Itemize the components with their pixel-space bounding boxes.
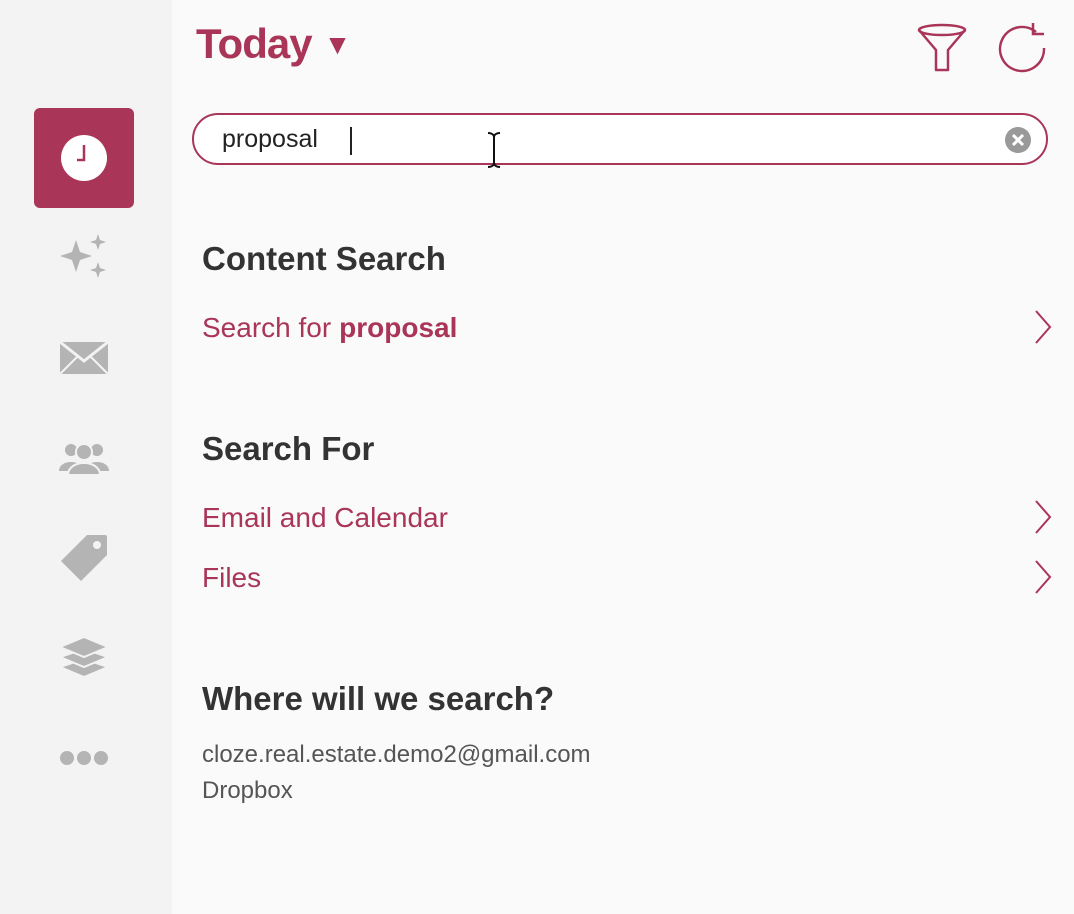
sidebar xyxy=(0,0,172,914)
filter-icon[interactable] xyxy=(916,22,968,74)
refresh-icon[interactable] xyxy=(996,22,1048,74)
sidebar-item-today[interactable] xyxy=(34,108,134,208)
chevron-right-icon xyxy=(1035,560,1052,594)
sparkles-icon xyxy=(60,234,106,278)
caret-down-icon: ▼ xyxy=(323,29,352,60)
people-icon xyxy=(59,443,109,475)
search-source-dropbox: Dropbox xyxy=(202,777,293,804)
search-for-label: Search for xyxy=(202,312,332,343)
search-input[interactable] xyxy=(222,115,982,163)
search-field[interactable] xyxy=(192,113,1048,165)
page-title: Today xyxy=(196,20,313,67)
main-panel: Today ▼ Content Search Search for propos… xyxy=(172,0,1074,914)
sidebar-item-people[interactable] xyxy=(34,408,134,508)
chevron-right-icon xyxy=(1035,500,1052,534)
clock-icon xyxy=(61,135,107,181)
layers-icon xyxy=(59,635,109,679)
search-for-proposal-row[interactable]: Search for proposal xyxy=(202,306,1052,350)
chevron-right-icon xyxy=(1035,310,1052,344)
where-heading: Where will we search? xyxy=(202,680,555,717)
sidebar-item-projects[interactable] xyxy=(34,608,134,708)
search-term: proposal xyxy=(339,312,458,343)
search-for-heading: Search For xyxy=(202,430,375,467)
tag-icon xyxy=(61,535,107,581)
mail-icon xyxy=(59,341,109,375)
view-selector[interactable]: Today ▼ xyxy=(196,20,352,68)
clear-search-icon[interactable] xyxy=(1004,126,1032,154)
search-for-files[interactable]: Files xyxy=(202,556,1052,600)
sidebar-item-inbox[interactable] xyxy=(34,308,134,408)
option-label: Files xyxy=(202,562,262,593)
option-label: Email and Calendar xyxy=(202,502,448,533)
search-source-email: cloze.real.estate.demo2@gmail.com xyxy=(202,741,591,768)
text-caret xyxy=(350,127,352,155)
more-icon xyxy=(60,751,108,765)
search-for-email-calendar[interactable]: Email and Calendar xyxy=(202,496,1052,540)
content-search-heading: Content Search xyxy=(202,240,446,277)
sidebar-item-more[interactable] xyxy=(34,708,134,808)
ibeam-cursor-icon xyxy=(487,132,501,168)
sidebar-item-tags[interactable] xyxy=(34,508,134,608)
sidebar-item-insights[interactable] xyxy=(34,208,134,308)
